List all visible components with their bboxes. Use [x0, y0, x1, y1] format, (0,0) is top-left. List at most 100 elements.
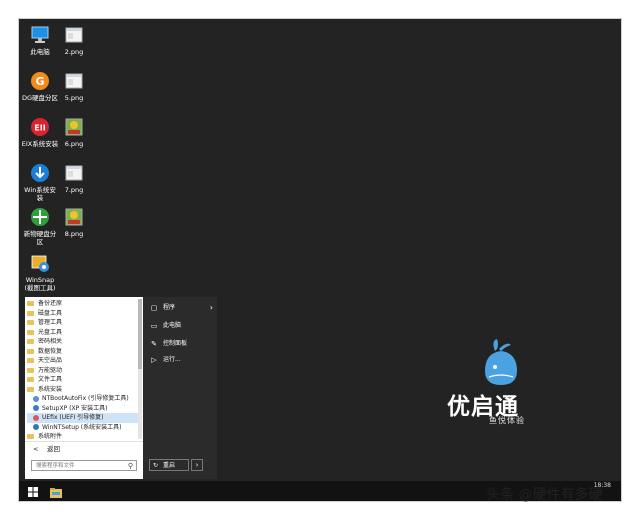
- program-label: 数据恢复: [38, 347, 63, 355]
- program-item[interactable]: WinNTSetup (系统安装工具): [27, 423, 139, 433]
- program-label: SetupXP (XP 安装工具): [42, 404, 108, 412]
- program-label: WinNTSetup (系统安装工具): [42, 423, 122, 431]
- desktop-icon-new-partition[interactable]: 新物硬盘分区: [21, 207, 59, 246]
- folder-icon: [27, 301, 34, 307]
- desktop-icon-label: 7.png: [64, 186, 84, 194]
- eix-icon: EII: [30, 117, 50, 137]
- program-list-scrollbar[interactable]: [138, 299, 142, 439]
- menu-item-run[interactable]: ▷ 运行...: [149, 353, 215, 367]
- windows-start-icon: [28, 487, 38, 497]
- program-label: 备份还原: [38, 300, 63, 307]
- program-label: UEfix (UEFI 引导修复): [42, 414, 104, 421]
- app-icon: [33, 395, 39, 402]
- desktop-icon-6png[interactable]: 6.png: [55, 117, 93, 148]
- program-folder[interactable]: 数据恢复: [27, 347, 139, 357]
- desktop-icon-7png[interactable]: 7.png: [55, 163, 93, 194]
- menu-item-label: 程序: [163, 304, 176, 311]
- folder-icon: [27, 348, 34, 354]
- desktop-icon-label: 新物硬盘分区: [23, 230, 57, 246]
- program-folder[interactable]: 光盘工具: [27, 328, 139, 338]
- desktop-icon-label: WinSnap (截图工具): [24, 276, 56, 292]
- program-label: 磁盘工具: [38, 309, 63, 317]
- start-menu: 备份还原磁盘工具管理工具光盘工具 密码相关 数据恢复天空出品万能驱动文件工具系统安装…: [25, 297, 217, 479]
- search-input[interactable]: 搜索程序和文件 ⚲: [31, 460, 137, 471]
- file-explorer-button[interactable]: [49, 485, 63, 499]
- program-folder[interactable]: 磁盘工具: [27, 309, 139, 319]
- program-folder[interactable]: 密码相关: [27, 337, 139, 347]
- desktop-icon-this-pc[interactable]: 此电脑: [21, 25, 59, 56]
- power-options-button[interactable]: ›: [191, 459, 203, 471]
- chevron-right-icon: ›: [209, 303, 213, 312]
- svg-text:G: G: [35, 75, 44, 88]
- menu-item-label: 此电脑: [163, 322, 182, 329]
- png-file-icon: [64, 207, 84, 227]
- desktop-icon-win-install[interactable]: Win系统安装: [21, 163, 59, 202]
- start-button[interactable]: [23, 484, 43, 500]
- desktop-icon-label: 5.png: [64, 94, 84, 102]
- program-label: 系统安装: [38, 385, 63, 393]
- png-file-icon: [64, 25, 84, 45]
- png-file-icon: [64, 71, 84, 91]
- menu-item-label: 控制面板: [163, 340, 188, 347]
- program-label: 管理工具: [38, 319, 63, 326]
- winsnap-icon: [30, 253, 50, 273]
- folder-icon: [27, 329, 34, 335]
- back-button[interactable]: < 返回: [25, 441, 143, 456]
- desktop-icon-label: DG硬盘分区: [21, 94, 59, 102]
- chevron-right-icon: ›: [195, 461, 199, 469]
- desktop-icon-winsnap[interactable]: WinSnap (截图工具): [21, 253, 59, 292]
- program-folder[interactable]: 文件工具: [27, 375, 139, 385]
- search-placeholder: 搜索程序和文件: [36, 463, 75, 469]
- computer-icon: [30, 25, 50, 45]
- desktop-icon-5png[interactable]: 5.png: [55, 71, 93, 102]
- program-item[interactable]: SetupXP (XP 安装工具): [27, 404, 139, 414]
- folder-icon: [27, 377, 34, 383]
- svg-text:EII: EII: [34, 124, 45, 133]
- folder-icon: [27, 434, 34, 440]
- program-item[interactable]: NTBootAutoFix (引导修复工具): [27, 394, 139, 404]
- program-label: 文件工具: [38, 376, 63, 383]
- program-folder[interactable]: 系统安装: [27, 385, 139, 395]
- app-icon: [33, 405, 39, 412]
- programs-icon: ▢: [150, 304, 158, 312]
- restart-button[interactable]: ↻ 重启: [149, 459, 189, 471]
- desktop-icon-8png[interactable]: 8.png: [55, 207, 93, 238]
- program-folder[interactable]: 万能驱动: [27, 366, 139, 376]
- desktop-icon-dg-partition[interactable]: G DG硬盘分区: [21, 71, 59, 102]
- restart-label: 重启: [163, 462, 176, 469]
- back-arrow-icon: <: [33, 445, 39, 453]
- menu-item-control-panel[interactable]: ✎ 控制面板: [149, 337, 215, 351]
- partition-icon: [30, 207, 50, 227]
- program-folder[interactable]: 管理工具: [27, 318, 139, 328]
- program-list-panel: 备份还原磁盘工具管理工具光盘工具 密码相关 数据恢复天空出品万能驱动文件工具系统安装…: [25, 297, 143, 479]
- menu-item-label: 运行...: [163, 356, 181, 363]
- computer-icon: ▭: [150, 322, 158, 330]
- desktop-icon-label: 6.png: [64, 140, 84, 148]
- desktop-icon-label: Win系统安装: [24, 186, 56, 202]
- desktop-screen: 此电脑 2.png G DG硬盘分区 5.png EII EIX系统安装 6.p…: [18, 18, 622, 502]
- folder-icon: [27, 320, 34, 326]
- desktop-icon-label: EIX系统安装: [21, 140, 59, 148]
- program-folder[interactable]: 天空出品: [27, 356, 139, 366]
- desktop-icon-label: 2.png: [64, 48, 84, 56]
- program-folder[interactable]: 备份还原: [27, 299, 139, 309]
- folder-icon: [27, 310, 34, 316]
- desktop-icon-2png[interactable]: 2.png: [55, 25, 93, 56]
- desktop-icon-eix-install[interactable]: EII EIX系统安装: [21, 117, 59, 148]
- menu-item-programs[interactable]: ▢ 程序 ›: [149, 301, 215, 315]
- program-item[interactable]: UEfix (UEFI 引导修复): [27, 413, 139, 423]
- program-label: 光盘工具: [38, 328, 63, 336]
- folder-icon: [27, 358, 34, 364]
- program-label: 万能驱动: [38, 366, 63, 374]
- folder-icon: [27, 386, 34, 392]
- program-label: 天空出品: [38, 357, 63, 364]
- program-list: 备份还原磁盘工具管理工具光盘工具 密码相关 数据恢复天空出品万能驱动文件工具系统安装…: [27, 299, 139, 442]
- control-panel-icon: ✎: [151, 340, 157, 348]
- folder-icon: [27, 339, 34, 345]
- app-icon: [33, 424, 39, 431]
- diskgenius-icon: G: [30, 71, 50, 91]
- menu-item-this-pc[interactable]: ▭ 此电脑: [149, 319, 215, 333]
- brand-subtitle: 鱼悦体验: [489, 416, 525, 425]
- search-icon: ⚲: [127, 462, 133, 470]
- png-file-icon: [64, 163, 84, 183]
